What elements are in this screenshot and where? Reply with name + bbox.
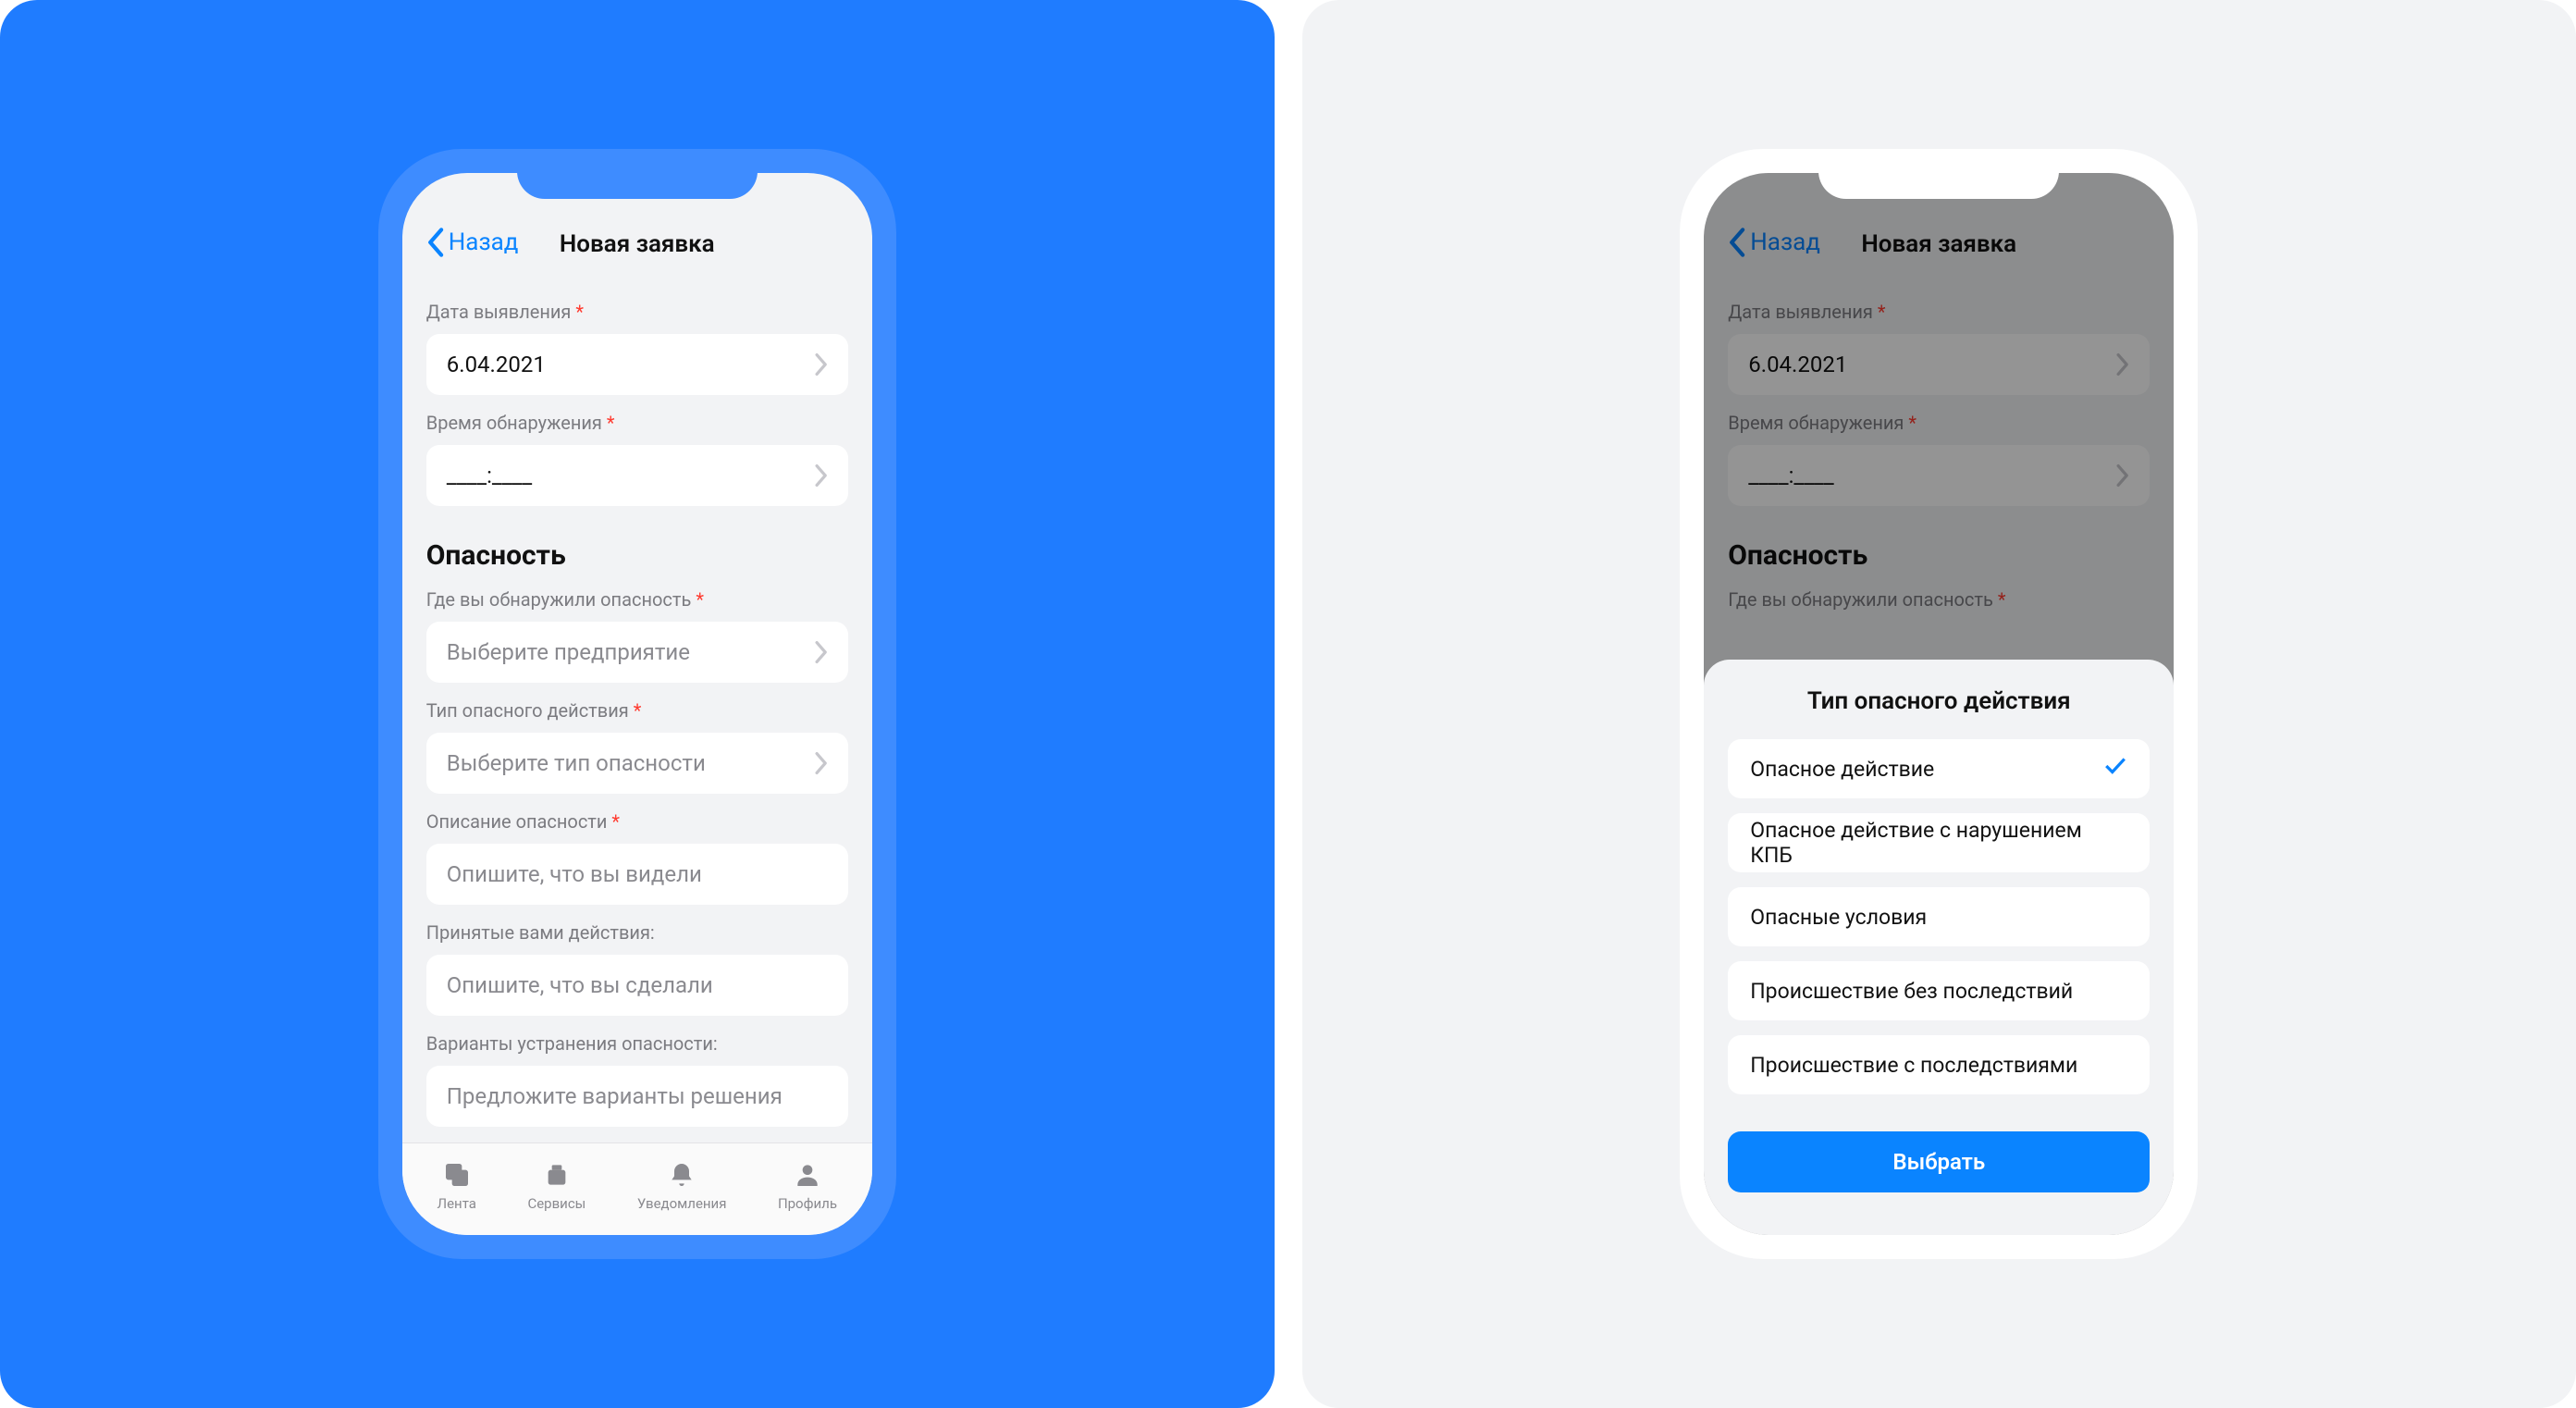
actions-field[interactable]: Опишите, что вы сделали [426,955,848,1016]
tab-feed[interactable]: Лента [437,1160,475,1212]
option-4[interactable]: Происшествие с последствиями [1728,1035,2150,1094]
label-variants: Варианты устранения опасности: [426,1032,848,1055]
tab-bar: Лента Сервисы Уведомления Профиль [402,1142,872,1235]
bell-icon [665,1160,698,1190]
time-field[interactable]: ____:____ [426,445,848,506]
label-where: Где вы обнаружили опасность * [426,588,848,611]
form-content: Дата выявления * 6.04.2021 Время обнаруж… [402,275,872,1142]
label-time: Время обнаружения * [426,412,848,434]
option-1[interactable]: Опасное действие с нарушением КПБ [1728,813,2150,872]
feed-icon [440,1160,474,1190]
profile-icon [791,1160,824,1190]
services-icon [540,1160,573,1190]
where-placeholder: Выберите предприятие [447,639,690,665]
phone-frame-right: Назад Новая заявка Дата выявления * 6.04… [1680,149,2198,1259]
sheet-title: Тип опасного действия [1728,687,2150,715]
option-3[interactable]: Происшествие без последствий [1728,961,2150,1020]
chevron-right-icon [813,640,828,664]
label-type: Тип опасного действия * [426,699,848,722]
where-field[interactable]: Выберите предприятие [426,622,848,683]
option-2[interactable]: Опасные условия [1728,887,2150,946]
section-title: Опасность [426,539,848,572]
select-button[interactable]: Выбрать [1728,1131,2150,1192]
notch [517,149,758,199]
required-mark: * [575,301,584,323]
variants-placeholder: Предложите варианты решения [447,1083,783,1109]
back-button[interactable]: Назад [426,227,519,258]
option-0[interactable]: Опасное действие [1728,739,2150,798]
type-placeholder: Выберите тип опасности [447,750,706,776]
panel-left: Назад Новая заявка Дата выявления * 6.04… [0,0,1275,1408]
date-value: 6.04.2021 [447,352,546,377]
variants-field[interactable]: Предложите варианты решения [426,1066,848,1127]
screen-left: Назад Новая заявка Дата выявления * 6.04… [402,173,872,1235]
type-field[interactable]: Выберите тип опасности [426,733,848,794]
notch [1818,149,2059,199]
chevron-right-icon [813,352,828,377]
back-label: Назад [449,228,519,256]
chevron-right-icon [813,463,828,488]
screen-right: Назад Новая заявка Дата выявления * 6.04… [1704,173,2174,1235]
required-mark: * [634,699,642,722]
required-mark: * [696,588,704,611]
check-icon [2103,756,2127,782]
date-field[interactable]: 6.04.2021 [426,334,848,395]
desc-placeholder: Опишите, что вы видели [447,861,702,887]
desc-field[interactable]: Опишите, что вы видели [426,844,848,905]
tab-services[interactable]: Сервисы [527,1160,585,1212]
required-mark: * [607,412,615,434]
time-value: ____:____ [447,463,532,488]
chevron-left-icon [426,227,447,258]
panel-right: Назад Новая заявка Дата выявления * 6.04… [1302,0,2576,1408]
tab-profile[interactable]: Профиль [778,1160,837,1212]
required-mark: * [611,810,620,833]
chevron-right-icon [813,751,828,775]
phone-frame-left: Назад Новая заявка Дата выявления * 6.04… [378,149,896,1259]
tab-notifications[interactable]: Уведомления [637,1160,727,1212]
actions-placeholder: Опишите, что вы сделали [447,972,713,998]
label-desc: Описание опасности * [426,810,848,833]
label-actions: Принятые вами действия: [426,921,848,944]
label-date: Дата выявления * [426,301,848,323]
bottom-sheet: Тип опасного действия Опасное действие О… [1704,660,2174,1235]
